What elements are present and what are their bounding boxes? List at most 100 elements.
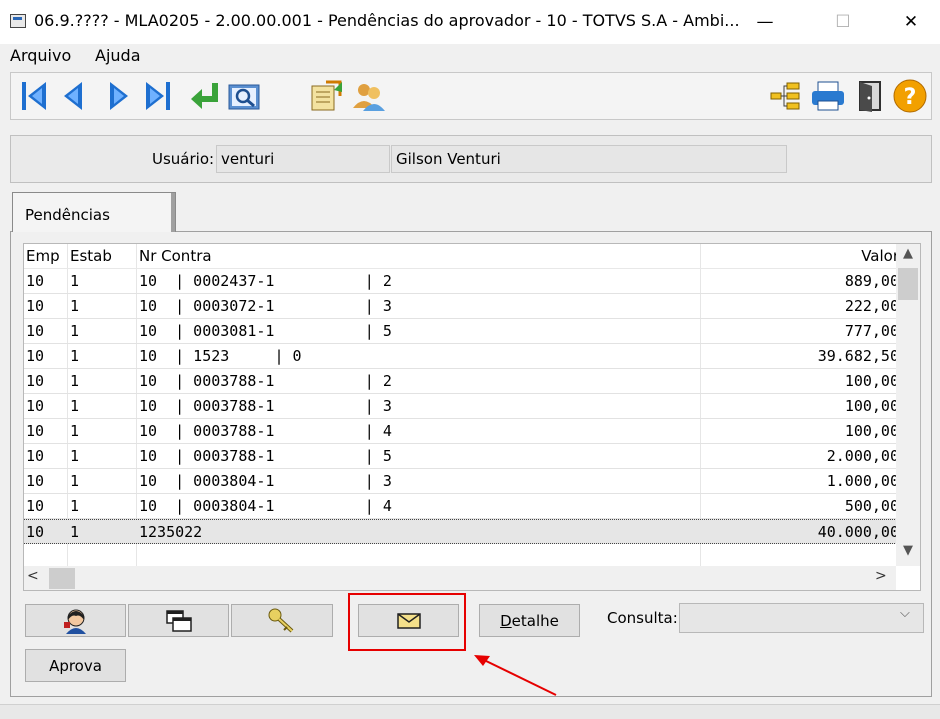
cell-estab: 1 [70,322,80,340]
cell-emp: 10 [26,297,45,315]
minimize-button[interactable]: — [742,0,788,44]
go-to-icon[interactable] [186,76,222,116]
next-record-icon[interactable] [100,76,136,116]
first-record-icon[interactable] [16,76,52,116]
detalhe-button[interactable]: Detalhe [479,604,580,637]
table-row[interactable]: 10 1 10 | 0003788-1 | 3 100,00 [24,394,899,419]
cell-estab: 1 [70,422,80,440]
cell-emp: 10 [26,397,45,415]
user-button[interactable] [25,604,126,637]
column-header-nr-contra[interactable]: Nr Contra [139,244,699,269]
highlight-box [348,593,466,651]
cell-nr-contra: 10 | 0003788-1 | 5 [139,447,392,465]
table-row[interactable]: 10 1 10 | 0003804-1 | 3 1.000,00 [24,469,899,494]
app-window-icon [10,14,26,28]
column-header-estab[interactable]: Estab [70,244,136,269]
table-row[interactable]: 10 1 10 | 0003788-1 | 2 100,00 [24,369,899,394]
column-header-emp[interactable]: Emp [26,244,68,269]
cell-nr-contra: 10 | 0003804-1 | 4 [139,497,392,515]
cell-valor: 500,00 [844,497,899,515]
previous-record-icon[interactable] [56,76,92,116]
chevron-down-icon[interactable]: ⌵ [900,606,910,621]
cell-valor: 889,00 [844,272,899,290]
cell-estab: 1 [70,497,80,515]
tab-pendencias[interactable]: Pendências [12,192,176,232]
menu-arquivo[interactable]: Arquivo [10,46,71,65]
cell-valor: 100,00 [844,397,899,415]
cell-valor: 222,00 [844,297,899,315]
search-icon[interactable] [226,76,262,116]
key-icon [268,608,294,632]
scroll-down-icon[interactable]: ▼ [896,543,920,563]
annotation-arrow-icon [474,655,557,696]
table-row[interactable]: 10 1 10 | 0003804-1 | 4 500,00 [24,494,899,519]
help-icon[interactable]: ? [892,76,928,116]
cell-valor: 2.000,00 [826,447,899,465]
table-row[interactable]: 10 1 10 | 0003788-1 | 5 2.000,00 [24,444,899,469]
cell-valor: 1.000,00 [826,472,899,490]
status-bar [0,704,940,719]
table-row[interactable]: 10 1 10 | 0003081-1 | 5 777,00 [24,319,899,344]
cell-valor: 100,00 [844,422,899,440]
menu-bar [0,44,940,70]
cell-emp: 10 [26,347,45,365]
scroll-right-icon[interactable]: > [875,568,887,584]
cell-emp: 10 [26,372,45,390]
cell-nr-contra: 10 | 0003804-1 | 3 [139,472,392,490]
window-title: 06.9.???? - MLA0205 - 2.00.00.001 - Pend… [34,11,740,30]
close-button[interactable]: ✕ [888,0,934,44]
column-header-valor[interactable]: Valor [703,244,899,269]
consulta-select[interactable] [679,603,924,633]
cell-nr-contra: 10 | 1523 | 0 [139,347,302,365]
consulta-label: Consulta: [607,609,678,627]
users-icon[interactable] [350,76,386,116]
cell-estab: 1 [70,372,80,390]
cell-nr-contra: 10 | 0002437-1 | 2 [139,272,392,290]
cell-nr-contra: 1235022 [139,523,203,541]
table-row[interactable]: 10 1 10 | 0002437-1 | 2 889,00 [24,269,899,294]
pending-grid[interactable]: Emp Estab Nr Contra Valor 10 1 10 | 000243… [23,243,921,591]
aprova-button[interactable]: Aprova [25,649,126,682]
last-record-icon[interactable] [140,76,176,116]
table-row[interactable]: 10 1 1235022 40.000,00 [24,519,899,544]
vertical-scroll-thumb[interactable] [898,268,918,300]
cell-emp: 10 [26,497,45,515]
table-row[interactable]: 10 1 10 | 0003072-1 | 3 222,00 [24,294,899,319]
horizontal-scrollbar[interactable] [24,566,896,590]
cell-nr-contra: 10 | 0003072-1 | 3 [139,297,392,315]
cell-emp: 10 [26,422,45,440]
table-row[interactable]: 10 1 10 | 1523 | 0 39.682,50 [24,344,899,369]
scroll-left-icon[interactable]: < [27,568,39,584]
cell-valor: 39.682,50 [817,347,899,365]
cell-nr-contra: 10 | 0003788-1 | 3 [139,397,392,415]
cell-estab: 1 [70,472,80,490]
exit-door-icon[interactable] [852,76,888,116]
svg-text:?: ? [904,85,917,110]
cell-nr-contra: 10 | 0003788-1 | 2 [139,372,392,390]
cell-estab: 1 [70,397,80,415]
horizontal-scroll-thumb[interactable] [49,568,75,589]
cell-nr-contra: 10 | 0003788-1 | 4 [139,422,392,440]
cell-estab: 1 [70,272,80,290]
print-icon[interactable] [810,76,846,116]
approve-document-icon[interactable] [308,76,344,116]
user-label: Usuário: [152,150,215,168]
key-button[interactable] [231,604,333,637]
copy-windows-button[interactable] [128,604,229,637]
cell-valor: 100,00 [844,372,899,390]
cell-nr-contra: 10 | 0003081-1 | 5 [139,322,392,340]
cell-estab: 1 [70,297,80,315]
table-row[interactable]: 10 1 10 | 0003788-1 | 4 100,00 [24,419,899,444]
cell-emp: 10 [26,447,45,465]
tree-structure-icon[interactable] [768,76,804,116]
user-icon [63,609,86,634]
cell-emp: 10 [26,272,45,290]
cell-valor: 777,00 [844,322,899,340]
cell-estab: 1 [70,347,80,365]
detalhe-mnemonic: D [500,611,512,630]
maximize-button[interactable]: ☐ [820,0,866,44]
menu-ajuda[interactable]: Ajuda [95,46,141,65]
cell-estab: 1 [70,523,80,541]
scroll-up-icon[interactable]: ▲ [896,246,920,266]
user-login-field: venturi [216,145,390,173]
